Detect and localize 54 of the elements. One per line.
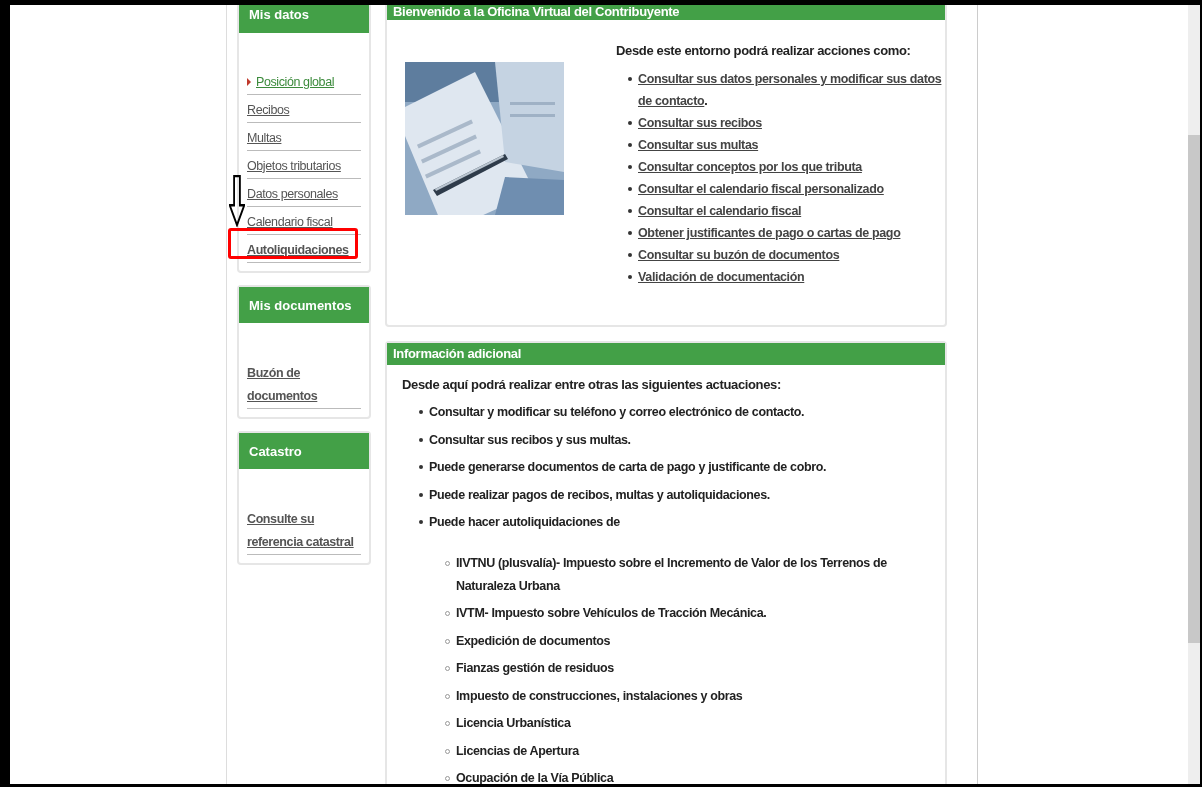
box-header: Mis documentos xyxy=(239,287,369,323)
down-arrow-icon xyxy=(229,175,245,227)
bullet-icon xyxy=(628,231,632,235)
bullet-icon xyxy=(419,410,423,414)
sidebar-link[interactable]: Posición global xyxy=(256,67,335,94)
list-item-text: Puede realizar pagos de recibos, multas y autoliquidaciones. xyxy=(429,486,770,503)
action-link[interactable]: Consultar sus recibos xyxy=(638,112,762,134)
bullet-icon xyxy=(628,143,632,147)
action-link[interactable]: Obtener justificantes de pago o cartas de pago xyxy=(638,222,901,244)
box-header: Catastro xyxy=(239,433,369,469)
scrollbar[interactable] xyxy=(1188,5,1200,784)
action-link[interactable]: Consultar su buzón de documentos xyxy=(638,244,840,266)
intro-text: Desde este entorno podrá realizar acciones como: xyxy=(616,43,912,58)
sidebar-link[interactable]: Buzón de documentos xyxy=(247,359,361,408)
bullet-icon xyxy=(419,492,423,497)
list-item-text: Ocupación de la Vía Pública xyxy=(456,770,614,784)
list-item-text: IIVTNU (plusvalía)- Impuesto sobre el Incremento de Valor de los Terrenos de Naturaleza Urbana xyxy=(456,554,888,595)
sidebar-link[interactable]: Calendario fiscal xyxy=(247,207,333,234)
action-link[interactable]: Consultar sus datos personales y modificar sus datos de contacto. xyxy=(638,68,950,112)
action-link[interactable]: Validación de documentación xyxy=(638,266,805,288)
sidebar-link[interactable]: Consulte su referencia catastral xyxy=(247,505,361,554)
panel-header: Información adicional xyxy=(387,343,945,365)
bullet-icon xyxy=(628,209,632,213)
bullet-icon xyxy=(628,275,632,279)
sidebar-link[interactable]: Multas xyxy=(247,123,282,150)
bullet-icon xyxy=(628,165,632,169)
list-item-text: Puede hacer autoliquidaciones de xyxy=(429,514,620,530)
bullet-icon xyxy=(419,465,423,469)
list-item-text: Consultar y modificar su teléfono y correo electrónico de contacto. xyxy=(429,404,805,420)
list-item-text: Licencia Urbanística xyxy=(456,715,571,732)
list-item-text: Licencias de Apertura xyxy=(456,742,579,760)
bullet-icon xyxy=(628,253,632,257)
sidebar-link[interactable]: Datos personales xyxy=(247,179,338,206)
bullet-icon xyxy=(628,77,632,81)
action-link[interactable]: Consultar sus multas xyxy=(638,134,759,156)
intro-text: Desde aquí podrá realizar entre otras las siguientes actuaciones: xyxy=(402,377,782,392)
sidebar-link[interactable]: Recibos xyxy=(247,95,290,122)
action-link[interactable]: Consultar el calendario fiscal personalizado xyxy=(638,178,884,200)
panel-header: Bienvenido a la Oficina Virtual del Contribuyente xyxy=(387,5,945,20)
bullet-icon xyxy=(419,520,423,524)
bullet-icon xyxy=(628,121,632,125)
sidebar-link[interactable]: Objetos tributarios xyxy=(247,151,341,178)
bullet-icon xyxy=(628,187,632,191)
list-item-text: Expedición de documentos xyxy=(456,632,611,650)
box-header: Mis datos xyxy=(239,5,369,33)
list-item-text: Consultar sus recibos y sus multas. xyxy=(429,431,631,448)
list-item-text: Impuesto de construcciones, instalaciones y obras xyxy=(456,687,743,705)
action-link[interactable]: Consultar conceptos por los que tributa xyxy=(638,156,862,178)
sidebar-link[interactable]: Autoliquidaciones xyxy=(247,235,349,262)
list-item-text: Fianzas gestión de residuos xyxy=(456,660,614,677)
list-item-text: IVTM- Impuesto sobre Vehículos de Tracción Mecánica. xyxy=(456,605,767,622)
bullet-icon xyxy=(419,437,423,442)
action-link[interactable]: Consultar el calendario fiscal xyxy=(638,200,802,222)
list-item-text: Puede generarse documentos de carta de pago y justificante de cobro. xyxy=(429,459,827,475)
